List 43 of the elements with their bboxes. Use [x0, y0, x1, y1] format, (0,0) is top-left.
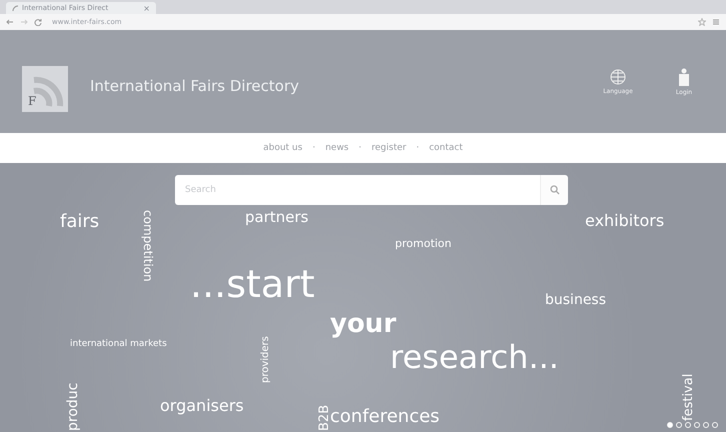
- hero-word: promotion: [395, 238, 452, 249]
- reload-icon[interactable]: [34, 18, 42, 26]
- carousel-dot[interactable]: [694, 422, 700, 428]
- hero-word: partners: [245, 210, 308, 225]
- menu-icon[interactable]: [712, 18, 720, 26]
- hero-word: fairs: [60, 213, 100, 231]
- forward-icon[interactable]: [20, 18, 28, 26]
- nav-separator: ·: [416, 143, 420, 153]
- hero-word: research...: [390, 341, 559, 373]
- carousel-dot[interactable]: [703, 422, 709, 428]
- hero-word: business: [545, 293, 606, 307]
- nav-link[interactable]: news: [325, 143, 349, 153]
- carousel-dot[interactable]: [667, 422, 673, 428]
- logo: F: [22, 66, 68, 112]
- site-title: International Fairs Directory: [90, 76, 300, 94]
- hero-word: ...start: [190, 265, 315, 303]
- hero-word: international markets: [70, 340, 167, 349]
- hero-word: competition: [142, 210, 154, 282]
- page-icon: [12, 4, 19, 12]
- carousel-dot[interactable]: [676, 422, 682, 428]
- globe-icon: [610, 68, 626, 84]
- hero-word: B2B: [318, 404, 331, 431]
- hero-word: produc: [66, 382, 80, 431]
- search-icon: [550, 185, 560, 195]
- back-icon[interactable]: [6, 18, 14, 26]
- star-icon[interactable]: [698, 18, 706, 26]
- hero-word: your: [330, 311, 396, 337]
- hero-word: providers: [261, 336, 271, 383]
- search-button[interactable]: [540, 175, 568, 205]
- hero-word: conferences: [330, 408, 440, 426]
- nav-link[interactable]: contact: [429, 143, 463, 153]
- hero-word: festival: [682, 374, 695, 421]
- nav-link[interactable]: about us: [263, 143, 302, 153]
- carousel-dot[interactable]: [685, 422, 691, 428]
- person-icon: [676, 68, 692, 86]
- nav-link[interactable]: register: [372, 143, 406, 153]
- nav-separator: ·: [358, 143, 362, 153]
- search-field[interactable]: Search: [175, 175, 540, 205]
- hero-word: organisers: [160, 398, 244, 414]
- carousel-dot[interactable]: [712, 422, 718, 428]
- nav-separator: ·: [312, 143, 316, 153]
- tab-close[interactable]: ×: [143, 4, 150, 12]
- hero-word: exhibitors: [585, 213, 664, 229]
